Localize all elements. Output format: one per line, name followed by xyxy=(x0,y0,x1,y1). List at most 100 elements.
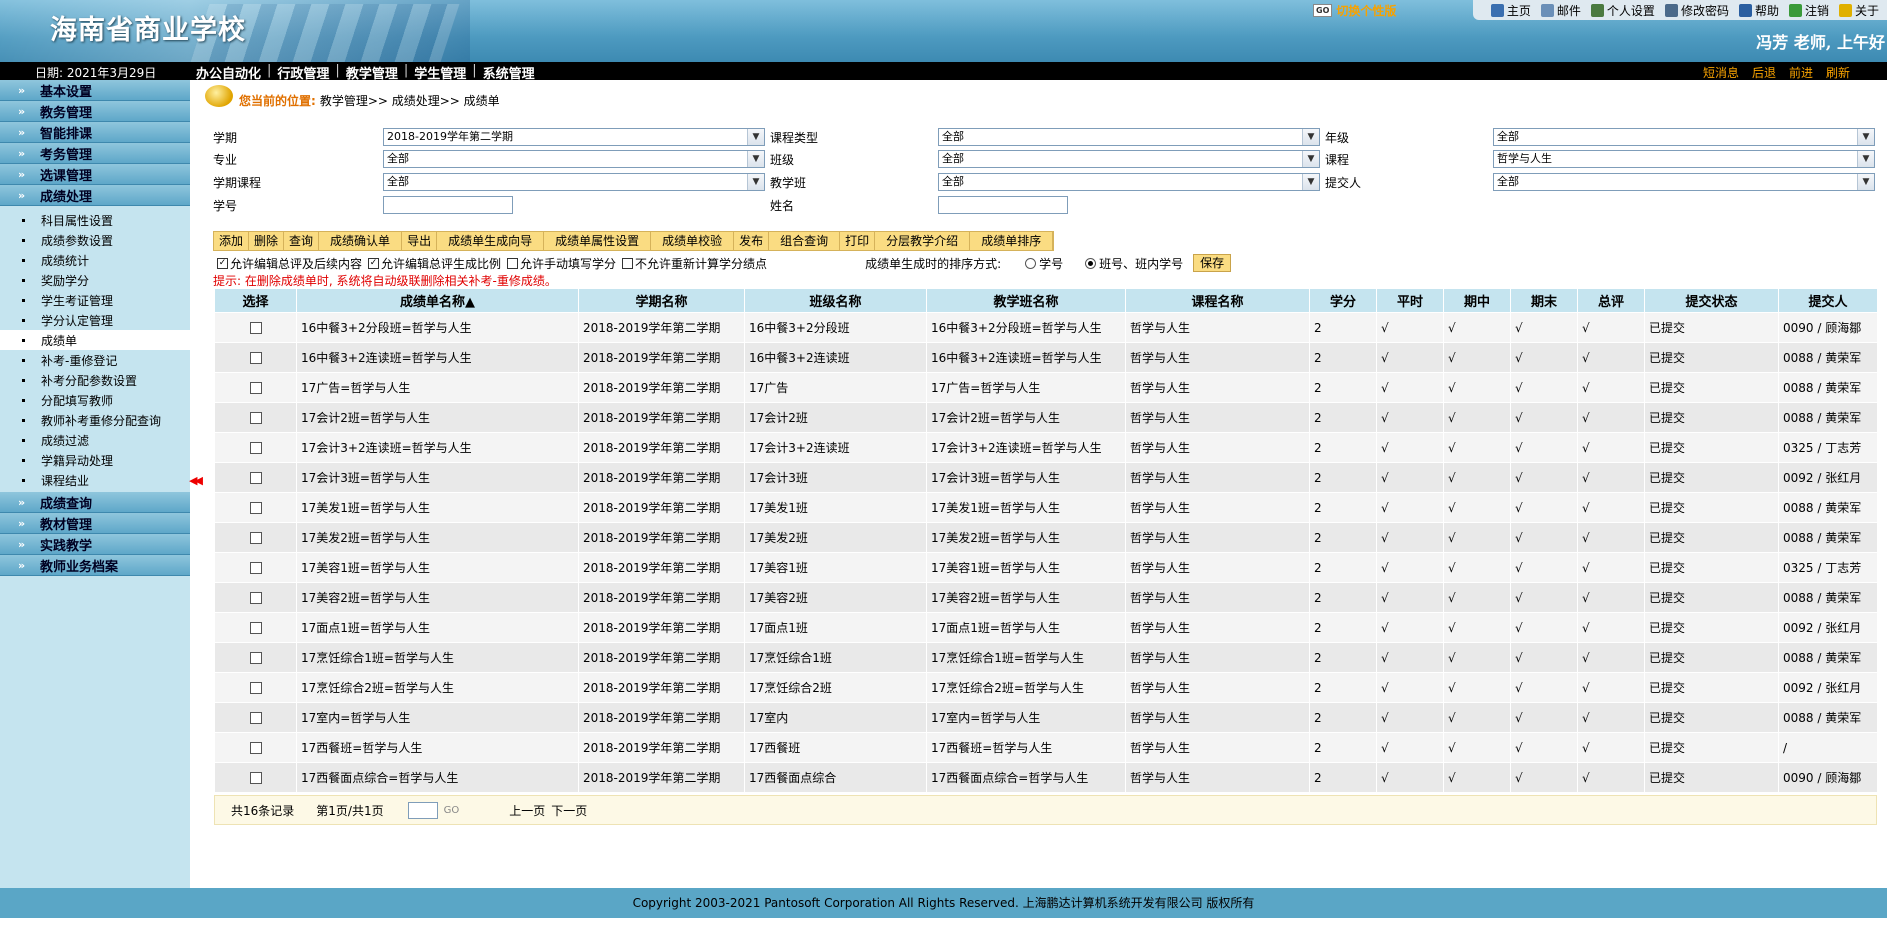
name-input[interactable] xyxy=(938,196,1068,214)
submitter-select[interactable]: 全部 ▼ xyxy=(1493,173,1875,191)
row-checkbox[interactable] xyxy=(249,322,262,334)
nav-menu-item[interactable]: 办公自动化 xyxy=(196,63,261,82)
major-select[interactable]: 全部 ▼ xyxy=(383,150,765,168)
class-select[interactable]: 全部 ▼ xyxy=(938,150,1320,168)
sidebar-item[interactable]: 成绩单 xyxy=(0,330,190,350)
sidebar-item[interactable]: 教师补考重修分配查询 xyxy=(0,410,190,430)
semester-select[interactable]: 2018-2019学年第二学期 ▼ xyxy=(383,128,765,146)
allow-edit-total-checkbox[interactable]: ✓ xyxy=(217,257,228,269)
student-no-input[interactable] xyxy=(383,196,513,214)
toolbar-button[interactable]: 成绩单校验 xyxy=(651,232,735,250)
sidebar-group[interactable]: » 教材管理 xyxy=(0,513,190,534)
teaching-class-select[interactable]: 全部 ▼ xyxy=(938,173,1320,191)
toolbar-button[interactable]: 添加 xyxy=(214,232,250,250)
row-checkbox[interactable] xyxy=(249,442,262,454)
row-checkbox[interactable] xyxy=(249,742,262,754)
term-course-select[interactable]: 全部 ▼ xyxy=(383,173,765,191)
sort-by-student-no-radio[interactable] xyxy=(1025,257,1037,269)
toolbar-button[interactable]: 打印 xyxy=(840,232,876,250)
table-row[interactable]: 17美发1班=哲学与人生 2018-2019学年第二学期 17美发1班 17美发1班=… xyxy=(214,492,1878,523)
row-checkbox[interactable] xyxy=(249,502,262,514)
toolbar-button[interactable]: 成绩单排序 xyxy=(970,232,1054,250)
prev-page-link[interactable]: 上一页 xyxy=(509,802,545,819)
next-page-link[interactable]: 下一页 xyxy=(551,802,587,819)
sidebar-group[interactable]: » 智能排课 xyxy=(0,122,190,143)
course-select[interactable]: 哲学与人生 ▼ xyxy=(1493,150,1875,168)
no-recalc-gpa-checkbox[interactable] xyxy=(622,257,634,269)
row-checkbox[interactable] xyxy=(249,652,262,664)
nav-menu-item[interactable]: 行政管理 xyxy=(277,63,329,82)
sidebar-item[interactable]: 课程结业 xyxy=(0,470,190,490)
toolbar-button[interactable]: 删除 xyxy=(249,232,285,250)
table-row[interactable]: 17会计2班=哲学与人生 2018-2019学年第二学期 17会计2班 17会计2班=… xyxy=(214,402,1878,433)
sidebar-item[interactable]: 成绩统计 xyxy=(0,250,190,270)
toolbar-button[interactable]: 分层教学介绍 xyxy=(875,232,971,250)
sidebar-item[interactable]: 奖励学分 xyxy=(0,270,190,290)
row-checkbox[interactable] xyxy=(249,472,262,484)
nav-right-link[interactable]: 刷新 xyxy=(1826,64,1850,81)
top-link-mail[interactable]: 邮件 xyxy=(1540,2,1581,19)
row-checkbox[interactable] xyxy=(249,412,262,424)
sidebar-item[interactable]: 学籍异动处理 xyxy=(0,450,190,470)
table-row[interactable]: 17广告=哲学与人生 2018-2019学年第二学期 17广告 17广告=哲学与人生哲… xyxy=(214,372,1878,403)
row-checkbox[interactable] xyxy=(249,772,262,784)
table-row[interactable]: 17西餐班=哲学与人生 2018-2019学年第二学期 17西餐班 17西餐班=哲学与… xyxy=(214,732,1878,763)
top-link-home[interactable]: 主页 xyxy=(1490,2,1531,19)
sidebar-group[interactable]: » 成绩处理 xyxy=(0,185,190,206)
sidebar-group[interactable]: » 考务管理 xyxy=(0,143,190,164)
row-checkbox[interactable] xyxy=(249,592,262,604)
sidebar-item[interactable]: 补考-重修登记 xyxy=(0,350,190,370)
collapse-sidebar-icon[interactable]: ◀◀ xyxy=(189,474,203,487)
toolbar-button[interactable]: 发布 xyxy=(734,232,770,250)
allow-manual-credit-checkbox[interactable] xyxy=(507,257,519,269)
sidebar-item[interactable]: 分配填写教师 xyxy=(0,390,190,410)
table-row[interactable]: 17室内=哲学与人生 2018-2019学年第二学期 17室内 17室内=哲学与人生哲… xyxy=(214,702,1878,733)
top-link-help[interactable]: 帮助 xyxy=(1738,2,1779,19)
row-checkbox[interactable] xyxy=(249,352,262,364)
grade-select[interactable]: 全部 ▼ xyxy=(1493,128,1875,146)
table-row[interactable]: 17美容2班=哲学与人生 2018-2019学年第二学期 17美容2班 17美容2班=… xyxy=(214,582,1878,613)
go-button[interactable]: GO xyxy=(444,805,460,816)
toolbar-button[interactable]: 导出 xyxy=(402,232,438,250)
toolbar-button[interactable]: 组合查询 xyxy=(769,232,841,250)
table-row[interactable]: 17烹饪综合1班=哲学与人生 2018-2019学年第二学期 17烹饪综合1班 17烹… xyxy=(214,642,1878,673)
switch-version-link[interactable]: GO 切换个性版 xyxy=(1313,2,1396,19)
table-row[interactable]: 17美发2班=哲学与人生 2018-2019学年第二学期 17美发2班 17美发2班=… xyxy=(214,522,1878,553)
table-row[interactable]: 17美容1班=哲学与人生 2018-2019学年第二学期 17美容1班 17美容1班=… xyxy=(214,552,1878,583)
row-checkbox[interactable] xyxy=(249,562,262,574)
nav-menu-item[interactable]: 学生管理 xyxy=(414,63,466,82)
sidebar-group[interactable]: » 教师业务档案 xyxy=(0,555,190,576)
sidebar-item[interactable]: 补考分配参数设置 xyxy=(0,370,190,390)
toolbar-button[interactable]: 成绩单生成向导 xyxy=(437,232,545,250)
page-number-input[interactable] xyxy=(407,801,438,819)
sidebar-group[interactable]: » 选课管理 xyxy=(0,164,190,185)
nav-menu-item[interactable]: 教学管理 xyxy=(346,63,398,82)
toolbar-button[interactable]: 成绩确认单 xyxy=(319,232,403,250)
table-row[interactable]: 17面点1班=哲学与人生 2018-2019学年第二学期 17面点1班 17面点1班=… xyxy=(214,612,1878,643)
sidebar-group[interactable]: » 成绩查询 xyxy=(0,492,190,513)
course-type-select[interactable]: 全部 ▼ xyxy=(938,128,1320,146)
table-row[interactable]: 17会计3班=哲学与人生 2018-2019学年第二学期 17会计3班 17会计3班=… xyxy=(214,462,1878,493)
sidebar-item[interactable]: 成绩参数设置 xyxy=(0,230,190,250)
table-row[interactable]: 17西餐面点综合=哲学与人生 2018-2019学年第二学期 17西餐面点综合 17西… xyxy=(214,762,1878,793)
nav-right-link[interactable]: 前进 xyxy=(1789,64,1813,81)
sort-by-class-no-radio[interactable] xyxy=(1085,257,1097,269)
nav-right-link[interactable]: 后退 xyxy=(1752,64,1776,81)
column-header[interactable]: 成绩单名称▲ xyxy=(296,288,579,313)
table-row[interactable]: 16中餐3+2连读班=哲学与人生 2018-2019学年第二学期 16中餐3+2连读… xyxy=(214,342,1878,373)
top-link-logout[interactable]: 注销 xyxy=(1788,2,1829,19)
sidebar-item[interactable]: 科目属性设置 xyxy=(0,210,190,230)
nav-right-link[interactable]: 短消息 xyxy=(1703,64,1739,81)
table-row[interactable]: 17会计3+2连读班=哲学与人生 2018-2019学年第二学期 17会计3+2连读… xyxy=(214,432,1878,463)
row-checkbox[interactable] xyxy=(249,532,262,544)
top-link-key[interactable]: 修改密码 xyxy=(1664,2,1729,19)
nav-menu-item[interactable]: 系统管理 xyxy=(483,63,535,82)
row-checkbox[interactable] xyxy=(249,712,262,724)
sidebar-item[interactable]: 成绩过滤 xyxy=(0,430,190,450)
sidebar-group[interactable]: » 教务管理 xyxy=(0,101,190,122)
table-row[interactable]: 16中餐3+2分段班=哲学与人生 2018-2019学年第二学期 16中餐3+2分段… xyxy=(214,312,1878,343)
allow-edit-ratio-checkbox[interactable]: ✓ xyxy=(368,257,380,269)
toolbar-button[interactable]: 成绩单属性设置 xyxy=(544,232,652,250)
toolbar-button[interactable]: 查询 xyxy=(284,232,320,250)
sidebar-item[interactable]: 学分认定管理 xyxy=(0,310,190,330)
